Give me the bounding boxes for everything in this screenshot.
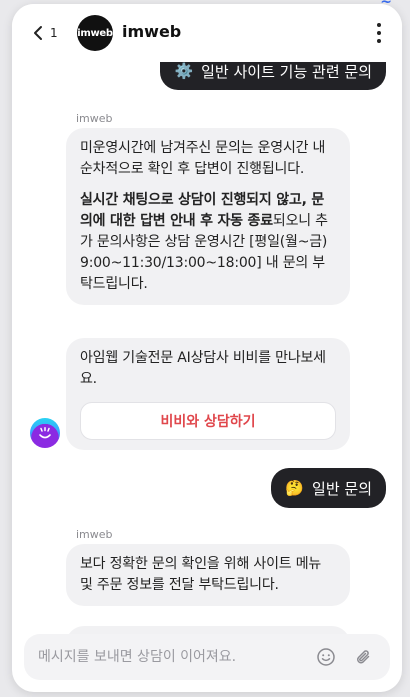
sender-label: imweb	[76, 112, 113, 125]
chevron-left-icon	[34, 26, 42, 40]
chat-window: 1 imweb imweb ⚙️ 일반 사이트 기능 관련 문의 imweb 미…	[12, 4, 402, 692]
gear-icon: ⚙️	[174, 62, 194, 80]
user-message-general-inquiry: 🤔 일반 문의	[271, 468, 386, 508]
bot-message-paragraph: 미운영시간에 남겨주신 문의는 운영시간 내 순차적으로 확인 후 답변이 진행…	[80, 140, 326, 177]
sender-label: imweb	[76, 528, 113, 541]
bot-face-icon	[36, 427, 54, 445]
bot-message-ai-consultant: 아임웹 기술전문 AI상담사 비비를 만나보세요. 비비와 상담하기	[66, 338, 350, 450]
chat-header: 1 imweb imweb	[12, 4, 402, 62]
message-composer	[24, 634, 390, 680]
consult-bibi-button[interactable]: 비비와 상담하기	[80, 402, 336, 440]
bot-message-operating-hours: 미운영시간에 남겨주신 문의는 운영시간 내 순차적으로 확인 후 답변이 진행…	[66, 128, 350, 305]
more-dot	[377, 39, 381, 43]
more-dot	[377, 31, 381, 35]
paperclip-icon[interactable]	[352, 645, 376, 669]
back-button[interactable]: 1	[32, 22, 58, 44]
thinking-face-icon: 🤔	[285, 479, 305, 497]
user-message-text: 일반 문의	[312, 479, 372, 498]
user-message-text: 일반 사이트 기능 관련 문의	[201, 62, 372, 81]
more-options-button[interactable]	[376, 23, 382, 43]
bot-message-request-info: 보다 정확한 문의 확인을 위해 사이트 메뉴 및 주문 정보를 전달 부탁드립…	[66, 544, 350, 606]
brand-name: imweb	[122, 22, 182, 41]
message-input[interactable]	[24, 634, 314, 680]
brand-logo: imweb	[77, 15, 113, 51]
chat-messages[interactable]: ⚙️ 일반 사이트 기능 관련 문의 imweb 미운영시간에 남겨주신 문의는…	[12, 4, 402, 692]
bot-message-paragraph: 실시간 채팅으로 상담이 진행되지 않고, 문의에 대한 답변 안내 후 자동 …	[80, 190, 336, 295]
smile-icon[interactable]	[314, 645, 338, 669]
bot-message-paragraph: 보다 정확한 문의 확인을 위해 사이트 메뉴 및 주문 정보를 전달 부탁드립…	[80, 556, 322, 593]
bot-message-paragraph: 아임웹 기술전문 AI상담사 비비를 만나보세요.	[80, 350, 326, 387]
more-dot	[377, 23, 381, 27]
bot-avatar	[30, 418, 60, 448]
unread-count: 1	[50, 26, 58, 40]
